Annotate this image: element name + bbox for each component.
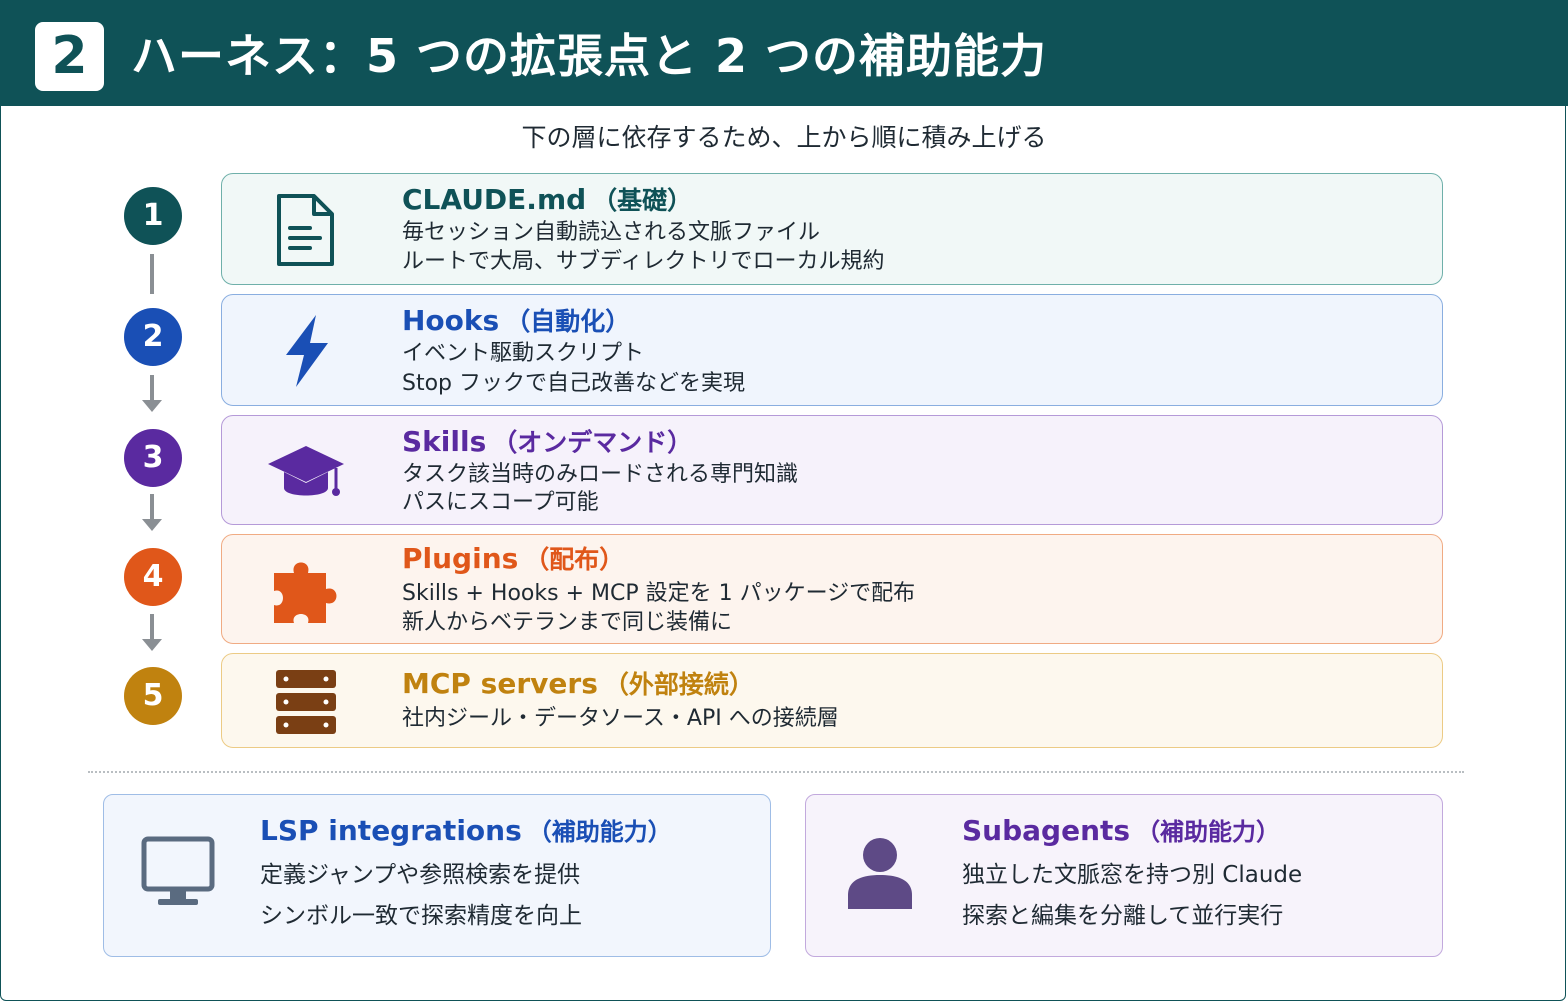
document-icon xyxy=(266,190,346,270)
page-title: ハーネス：5 つの拡張点と 2 つの補助能力 xyxy=(131,29,1048,83)
aux-title: LSP integrations （補助能力） xyxy=(260,811,672,852)
puzzle-piece-icon xyxy=(266,551,346,631)
layer-category: （外部接続） xyxy=(603,670,754,699)
step-number-2: 2 xyxy=(124,308,182,366)
layer-name: CLAUDE.md xyxy=(402,183,587,216)
section-number-badge: 2 xyxy=(35,22,104,91)
layer-category: （オンデマンド） xyxy=(492,428,693,457)
graduation-cap-icon xyxy=(266,432,346,512)
layer-description-line-2: 新人からベテランまで同じ装備に xyxy=(402,610,733,635)
page-subtitle: 下の層に依存するため、上から順に積み上げる xyxy=(521,123,1047,152)
layer-title: CLAUDE.md （基礎） xyxy=(402,182,692,219)
step-number-4: 4 xyxy=(124,548,182,606)
step-number-5: 5 xyxy=(124,667,182,725)
down-arrow-icon xyxy=(142,639,162,651)
server-icon xyxy=(266,662,346,742)
layer-card-plugins: Plugins （配布） Skills + Hooks + MCP 設定を 1 パ… xyxy=(221,534,1443,644)
layer-description-line-1: 社内ジール・データソース・API への接続層 xyxy=(402,706,839,731)
layer-description-line-1: イベント駆動スクリプト xyxy=(402,341,645,366)
aux-description-line-1: 定義ジャンプや参照検索を提供 xyxy=(260,862,581,888)
aux-card-subagents: Subagents （補助能力） 独立した文脈窓を持つ別 Claude 探索と編集… xyxy=(805,794,1443,957)
person-icon xyxy=(840,833,920,913)
layer-description-line-1: 毎セッション自動読込される文脈ファイル xyxy=(402,220,821,245)
step-number-1: 1 xyxy=(124,187,182,245)
layer-title: Skills （オンデマンド） xyxy=(402,424,692,461)
connector-arrow-line xyxy=(150,375,154,401)
layer-name: Hooks xyxy=(402,304,500,337)
step-number-3: 3 xyxy=(124,429,182,487)
aux-name: LSP integrations xyxy=(260,814,522,847)
layer-name: Skills xyxy=(402,425,487,458)
layer-description-line-2: ルートで大局、サブディレクトリでローカル規約 xyxy=(402,249,885,274)
layer-title: Plugins （配布） xyxy=(402,541,624,578)
monitor-icon xyxy=(138,833,218,913)
layer-card-mcp-servers: MCP servers （外部接続） 社内ジール・データソース・API への接続層 xyxy=(221,653,1443,748)
layer-description-line-1: タスク該当時のみロードされる専門知識 xyxy=(402,462,799,487)
layer-category: （自動化） xyxy=(505,307,631,336)
layer-description-line-2: Stop フックで自己改善などを実現 xyxy=(402,371,746,396)
layer-title: MCP servers （外部接続） xyxy=(402,666,754,703)
layer-description-line-2: パスにスコープ可能 xyxy=(402,490,599,515)
aux-description-line-2: 探索と編集を分離して並行実行 xyxy=(962,903,1284,929)
aux-description-line-2: シンボル一致で探索精度を向上 xyxy=(260,903,582,929)
down-arrow-icon xyxy=(142,519,162,531)
aux-category: （補助能力） xyxy=(1136,818,1281,846)
connector-arrow-line xyxy=(150,614,154,640)
connector-line xyxy=(150,254,154,294)
aux-title: Subagents （補助能力） xyxy=(962,811,1280,852)
layer-card-claude-md: CLAUDE.md （基礎） 毎セッション自動読込される文脈ファイル ルートで大局… xyxy=(221,173,1443,285)
aux-card-lsp-integrations: LSP integrations （補助能力） 定義ジャンプや参照検索を提供 シン… xyxy=(103,794,771,957)
layer-card-hooks: Hooks （自動化） イベント駆動スクリプト Stop フックで自己改善などを実… xyxy=(221,294,1443,406)
aux-category: （補助能力） xyxy=(527,818,672,846)
down-arrow-icon xyxy=(142,400,162,412)
header-bar: 2 ハーネス：5 つの拡張点と 2 つの補助能力 xyxy=(0,0,1568,106)
layer-name: Plugins xyxy=(402,542,519,575)
layer-description-line-1: Skills + Hooks + MCP 設定を 1 パッケージで配布 xyxy=(402,581,916,606)
aux-description-line-1: 独立した文脈窓を持つ別 Claude xyxy=(962,862,1303,888)
layer-category: （基礎） xyxy=(592,186,693,215)
section-divider xyxy=(88,771,1464,773)
lightning-icon xyxy=(266,311,346,391)
aux-name: Subagents xyxy=(962,814,1131,847)
layer-name: MCP servers xyxy=(402,667,598,700)
layer-card-skills: Skills （オンデマンド） タスク該当時のみロードされる専門知識 パスにスコー… xyxy=(221,415,1443,525)
connector-arrow-line xyxy=(150,494,154,520)
layer-category: （配布） xyxy=(524,545,625,574)
layer-title: Hooks （自動化） xyxy=(402,303,630,340)
